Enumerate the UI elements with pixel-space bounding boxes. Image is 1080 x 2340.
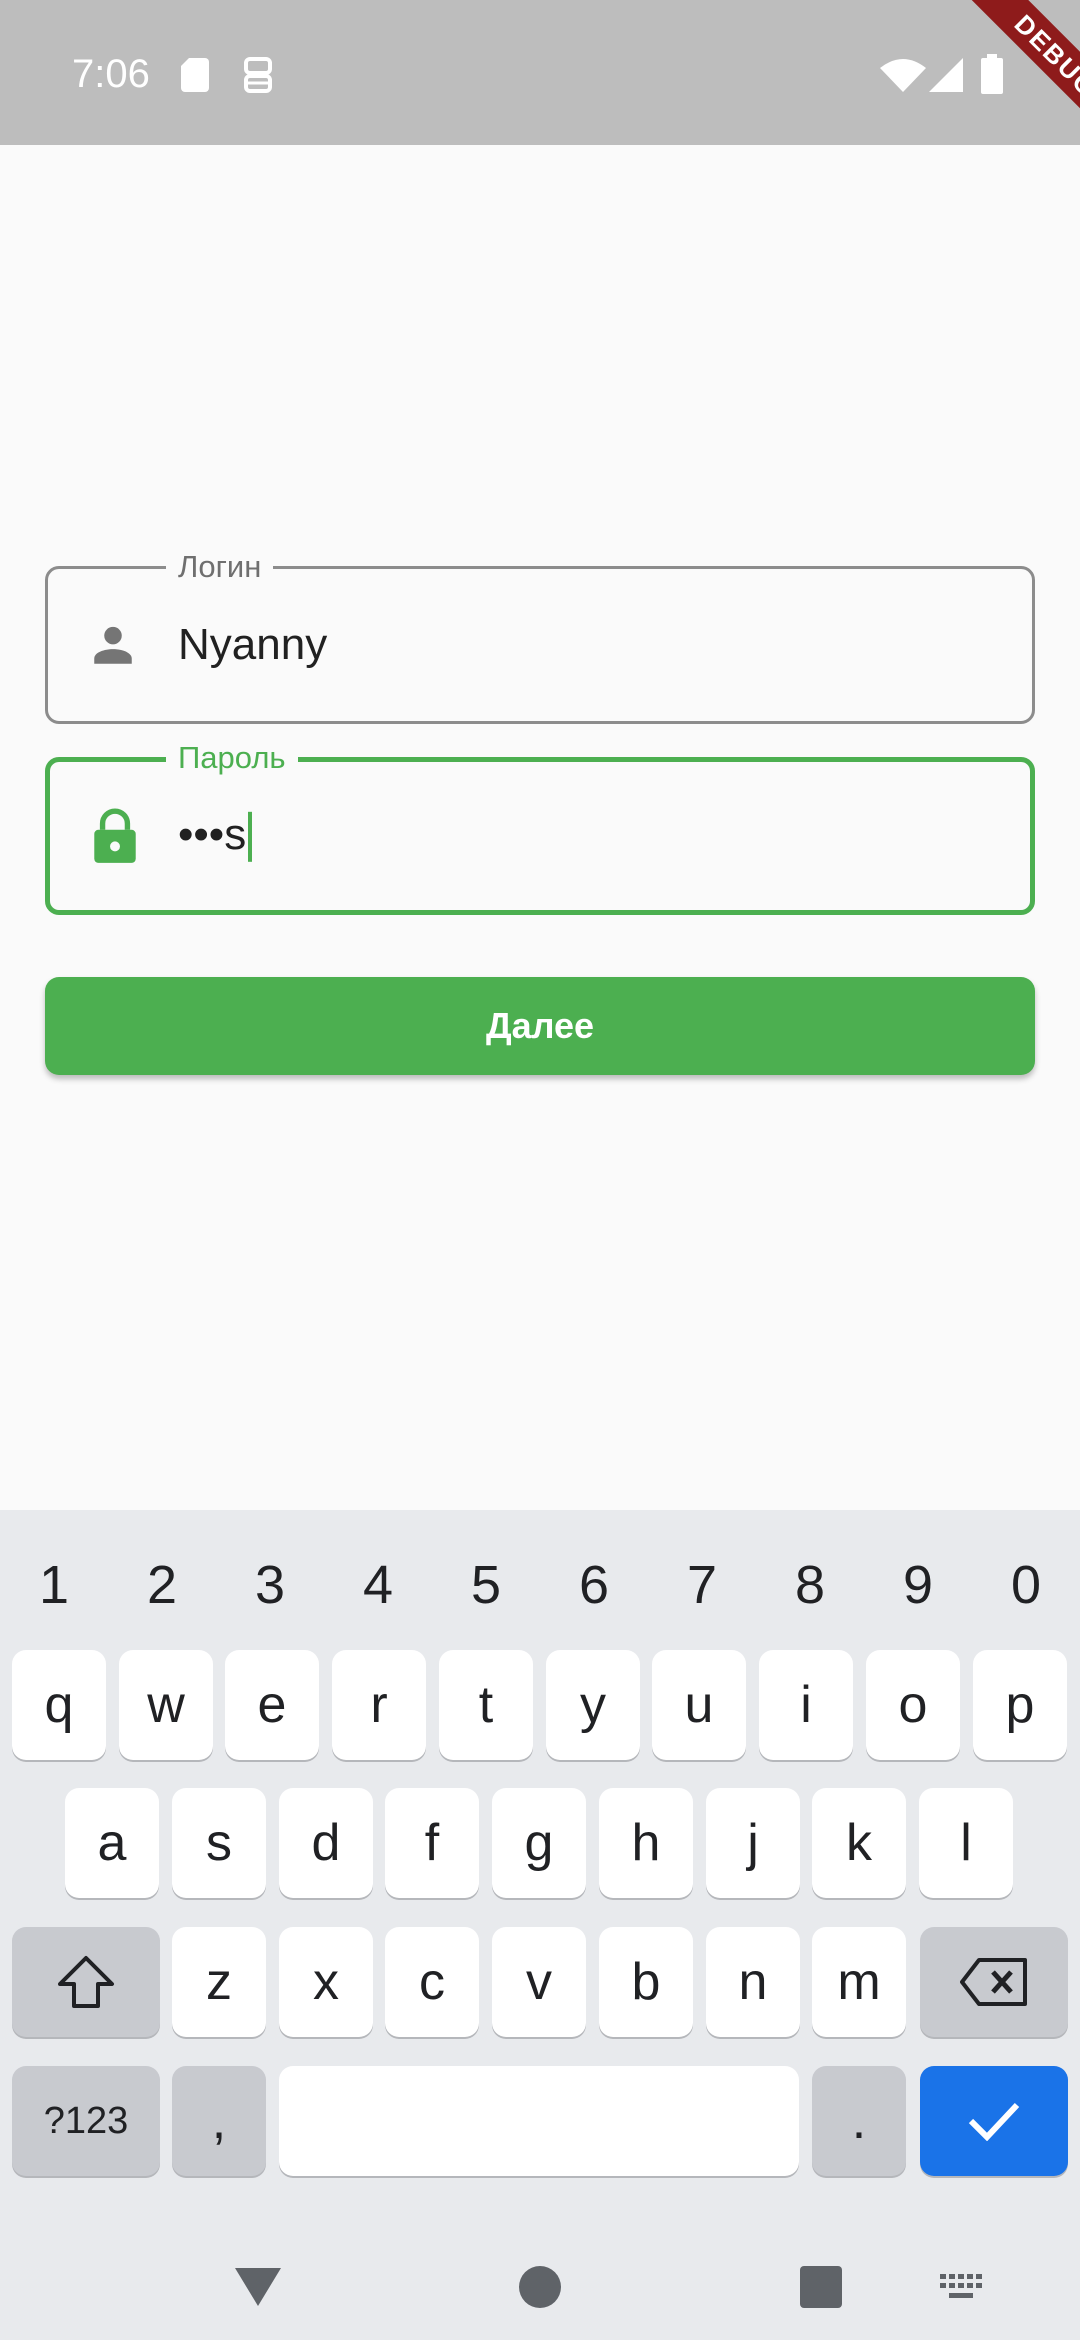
key-4[interactable]: 4 (325, 1530, 431, 1640)
login-field[interactable]: Логин Nyanny (45, 547, 1035, 724)
lock-icon (94, 808, 136, 863)
key-n[interactable]: n (706, 1927, 800, 2037)
key-5[interactable]: 5 (433, 1530, 539, 1640)
status-time: 7:06 (72, 52, 150, 96)
space-key[interactable] (279, 2066, 799, 2176)
key-x[interactable]: x (279, 1927, 373, 2037)
password-label: Пароль (166, 738, 298, 778)
key-6[interactable]: 6 (541, 1530, 647, 1640)
status-bar: 7:06 DEBUG (0, 0, 1080, 177)
key-b[interactable]: b (599, 1927, 693, 2037)
on-screen-keyboard: 1 2 3 4 5 6 7 8 9 0 q w e r t y u i o p … (0, 1510, 1080, 2230)
navigation-bar (0, 2230, 1080, 2340)
key-t[interactable]: t (439, 1650, 533, 1760)
key-e[interactable]: e (225, 1650, 319, 1760)
key-2[interactable]: 2 (109, 1530, 215, 1640)
key-0[interactable]: 0 (973, 1530, 1079, 1640)
key-w[interactable]: w (119, 1650, 213, 1760)
comma-key[interactable]: , (172, 2066, 266, 2176)
key-j[interactable]: j (706, 1788, 800, 1898)
key-q[interactable]: q (12, 1650, 106, 1760)
login-value: Nyanny (178, 620, 328, 669)
key-l[interactable]: l (919, 1788, 1013, 1898)
sd-card-icon (181, 58, 209, 92)
password-value-wrap: •••s (178, 809, 253, 863)
key-d[interactable]: d (279, 1788, 373, 1898)
key-g[interactable]: g (492, 1788, 586, 1898)
key-1[interactable]: 1 (1, 1530, 107, 1640)
key-o[interactable]: o (866, 1650, 960, 1760)
key-f[interactable]: f (385, 1788, 479, 1898)
symbols-key[interactable]: ?123 (12, 2066, 160, 2176)
backspace-key[interactable] (920, 1927, 1068, 2037)
next-button[interactable]: Далее (45, 977, 1035, 1075)
key-a[interactable]: a (65, 1788, 159, 1898)
password-value: •••s (178, 809, 247, 859)
password-field[interactable]: Пароль •••s (45, 738, 1035, 915)
shift-key[interactable] (12, 1927, 160, 2037)
key-p[interactable]: p (973, 1650, 1067, 1760)
key-u[interactable]: u (652, 1650, 746, 1760)
key-9[interactable]: 9 (865, 1530, 971, 1640)
period-key[interactable]: . (812, 2066, 906, 2176)
android-debug-icon (244, 57, 272, 93)
key-i[interactable]: i (759, 1650, 853, 1760)
home-icon[interactable] (518, 2265, 562, 2309)
text-cursor (248, 812, 253, 863)
key-3[interactable]: 3 (217, 1530, 323, 1640)
key-s[interactable]: s (172, 1788, 266, 1898)
keyboard-switch-icon[interactable] (940, 2274, 984, 2302)
number-row: 1 2 3 4 5 6 7 8 9 0 (0, 1530, 1080, 1640)
back-icon[interactable] (233, 2266, 283, 2308)
debug-banner-label: DEBUG (935, 0, 1080, 177)
key-m[interactable]: m (812, 1927, 906, 2037)
person-icon (94, 626, 132, 664)
login-label: Логин (166, 547, 274, 587)
key-v[interactable]: v (492, 1927, 586, 2037)
key-h[interactable]: h (599, 1788, 693, 1898)
backspace-icon (960, 1958, 1027, 2006)
key-c[interactable]: c (385, 1927, 479, 2037)
key-z[interactable]: z (172, 1927, 266, 2037)
done-key[interactable] (920, 2066, 1068, 2176)
key-7[interactable]: 7 (649, 1530, 755, 1640)
checkmark-icon (968, 2102, 1020, 2142)
debug-banner: DEBUG (900, 0, 1080, 180)
shift-icon (58, 1956, 114, 2008)
key-8[interactable]: 8 (757, 1530, 863, 1640)
key-k[interactable]: k (812, 1788, 906, 1898)
key-r[interactable]: r (332, 1650, 426, 1760)
key-y[interactable]: y (546, 1650, 640, 1760)
recents-icon[interactable] (800, 2266, 842, 2308)
